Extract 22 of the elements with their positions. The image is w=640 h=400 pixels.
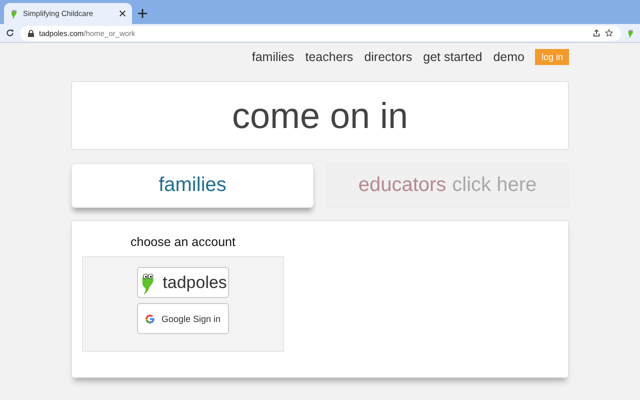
sign-in-button[interactable]: tadpoles: [137, 267, 229, 298]
close-icon[interactable]: [119, 10, 126, 17]
account-tab[interactable]: families: [71, 163, 314, 208]
star-icon[interactable]: [604, 29, 613, 37]
share-icon[interactable]: [592, 29, 600, 37]
account-heading: choose an account: [130, 235, 236, 249]
nav-link[interactable]: get started: [423, 50, 482, 64]
reload-icon[interactable]: [6, 29, 14, 37]
tab-label: families: [158, 174, 226, 197]
nav-link[interactable]: demo: [493, 50, 524, 64]
sign-in-button[interactable]: Google Sign in: [137, 303, 229, 334]
nav-link[interactable]: families: [252, 50, 294, 64]
tadpole-icon: [626, 28, 634, 38]
tadpole-icon: [10, 8, 18, 18]
new-tab-icon[interactable]: [138, 9, 147, 18]
tab-label: educators: [358, 174, 446, 197]
tab-hint: click here: [452, 174, 537, 197]
hero-title: come on in: [232, 94, 408, 136]
lock-icon: [28, 30, 34, 36]
nav-link[interactable]: directors: [364, 50, 412, 64]
google-logo-icon: [145, 314, 156, 324]
nav-link[interactable]: teachers: [305, 50, 354, 64]
